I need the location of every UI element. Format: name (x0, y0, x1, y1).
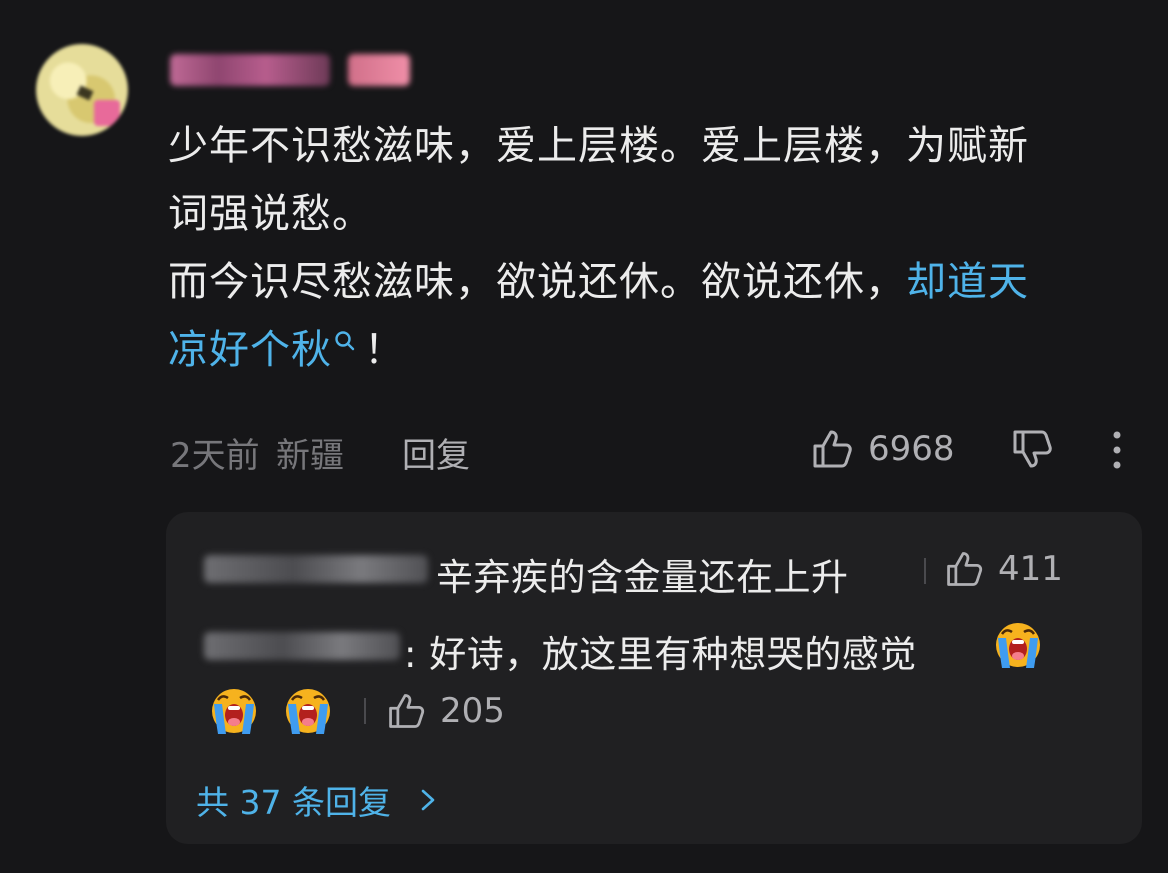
reply-like-button[interactable]: 205 (386, 690, 505, 732)
more-icon[interactable] (1104, 428, 1130, 472)
thumbs-up-icon (813, 430, 852, 468)
reply-text: : 好诗，放这里有种想哭的感觉 (404, 633, 917, 676)
crying-emoji (996, 623, 1040, 668)
reply-like-count: 411 (998, 549, 1063, 589)
user-badge-blurred (348, 54, 410, 86)
divider (924, 558, 926, 584)
comment-time: 2天前 (170, 436, 260, 476)
crying-emoji (286, 689, 330, 734)
thumbs-up-icon (947, 552, 983, 586)
crying-emoji (212, 689, 256, 734)
reply-button[interactable]: 回复 (402, 428, 470, 477)
view-all-replies-button[interactable]: 共 37 条回复 (196, 776, 443, 824)
chevron-right-icon (421, 789, 435, 811)
view-all-replies-label: 共 37 条回复 (196, 783, 391, 822)
search-icon[interactable] (334, 330, 356, 352)
reply-like-count: 205 (440, 691, 505, 731)
avatar[interactable] (36, 44, 128, 136)
reply-author-blurred[interactable] (204, 632, 400, 660)
thumbs-down-icon[interactable] (1010, 426, 1056, 472)
thumbs-up-icon (389, 694, 425, 728)
comment-location: 新疆 (276, 436, 344, 476)
username-blurred[interactable] (170, 54, 330, 86)
reply-text: 辛弃疾的含金量还在上升 (436, 556, 849, 599)
like-count: 6968 (868, 429, 955, 469)
like-button[interactable]: 6968 (810, 426, 955, 472)
reply-like-button[interactable]: 411 (944, 548, 1063, 590)
divider (364, 698, 366, 724)
reply-author-blurred[interactable] (204, 555, 428, 583)
comment-text: 少年不识愁滋味，爱上层楼。爱上层楼，为赋新 词强说愁。 而今识尽愁滋味，欲说还休… (168, 123, 1029, 373)
